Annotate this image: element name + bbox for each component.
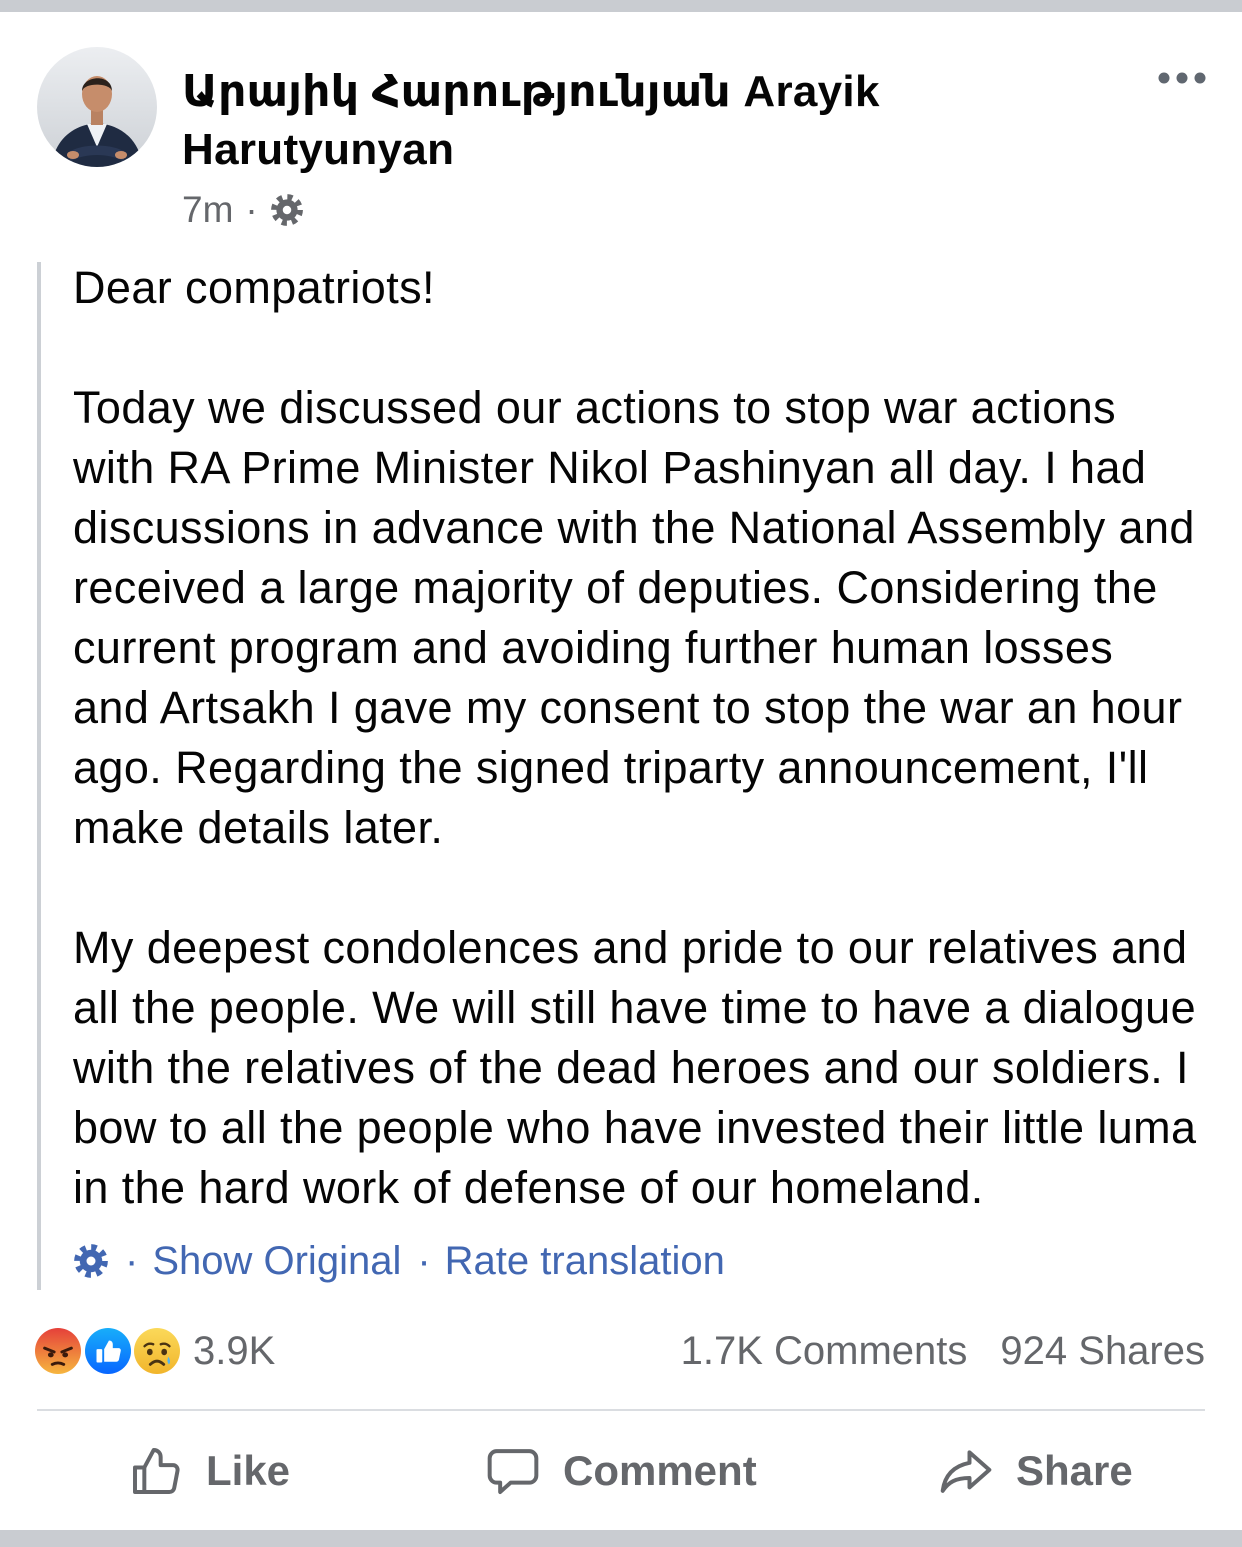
translation-quote-bar bbox=[37, 262, 41, 1290]
actions-divider bbox=[37, 1409, 1205, 1411]
post-text-line: with RA Prime Minister Nikol Pashinyan a… bbox=[73, 442, 1147, 493]
post-text-line: with the relatives of the dead heroes an… bbox=[73, 1042, 1189, 1093]
share-button[interactable]: Share bbox=[938, 1441, 1133, 1501]
meta-separator: · bbox=[245, 189, 258, 230]
profile-photo bbox=[37, 47, 157, 167]
more-dots-icon bbox=[1158, 72, 1206, 84]
paragraph-condolences: My deepest condolences and pride to our … bbox=[73, 918, 1196, 1218]
sad-reaction-icon bbox=[132, 1326, 182, 1376]
post-text-line: discussions in advance with the National… bbox=[73, 502, 1195, 553]
reaction-count[interactable]: 3.9K bbox=[193, 1321, 275, 1381]
post-text-line: make details later. bbox=[73, 802, 444, 853]
post-text-line: in the hard work of defense of our homel… bbox=[73, 1162, 984, 1213]
post-text-line: My deepest condolences and pride to our … bbox=[73, 922, 1188, 973]
post-timestamp[interactable]: 7m bbox=[182, 189, 233, 231]
post-text-line: received a large majority of deputies. C… bbox=[73, 562, 1158, 613]
post-text-line: ago. Regarding the signed triparty annou… bbox=[73, 742, 1149, 793]
translation-bar: · Show Original · Rate translation bbox=[73, 1231, 725, 1291]
like-button[interactable]: Like bbox=[128, 1441, 290, 1501]
paragraph-announcement: Today we discussed our actions to stop w… bbox=[73, 378, 1196, 858]
post-text-line: current program and avoiding further hum… bbox=[73, 622, 1114, 673]
rate-translation-link[interactable]: Rate translation bbox=[445, 1239, 725, 1284]
share-arrow-icon bbox=[940, 1450, 992, 1493]
thumbs-up-icon bbox=[133, 1448, 180, 1494]
share-label: Share bbox=[1016, 1447, 1133, 1494]
shares-count[interactable]: 924 Shares bbox=[1000, 1329, 1205, 1374]
show-original-link[interactable]: Show Original bbox=[152, 1239, 401, 1284]
angry-reaction-icon bbox=[33, 1326, 83, 1376]
more-options-button[interactable] bbox=[1156, 68, 1208, 88]
comment-bubble-icon bbox=[487, 1449, 539, 1494]
like-reaction-icon bbox=[83, 1326, 133, 1376]
paragraph-greeting: Dear compatriots! bbox=[73, 258, 1196, 318]
post-text-line: Dear compatriots! bbox=[73, 262, 435, 313]
author-name[interactable]: Արայիկ Հարությունյան Arayik Harutyunyan bbox=[182, 63, 1062, 179]
gear-icon bbox=[270, 194, 303, 226]
translation-separator: · bbox=[125, 1238, 139, 1283]
author-avatar[interactable] bbox=[37, 47, 157, 167]
post-meta: 7m · bbox=[182, 184, 304, 236]
top-separator-band bbox=[0, 0, 1242, 12]
post-text-line: and Artsakh I gave my consent to stop th… bbox=[73, 682, 1183, 733]
comment-button[interactable]: Comment bbox=[485, 1441, 757, 1501]
post-text: Dear compatriots! Today we discussed our… bbox=[73, 258, 1196, 1218]
engagement-stats: 1.7K Comments 924 Shares bbox=[681, 1321, 1205, 1381]
gear-icon[interactable] bbox=[73, 1243, 109, 1279]
comment-label: Comment bbox=[563, 1447, 757, 1494]
post-text-line: Today we discussed our actions to stop w… bbox=[73, 382, 1117, 433]
reaction-icons[interactable] bbox=[33, 1326, 185, 1378]
post-text-line: all the people. We will still have time … bbox=[73, 982, 1196, 1033]
bottom-separator-band bbox=[0, 1530, 1242, 1547]
comments-count[interactable]: 1.7K Comments bbox=[681, 1329, 968, 1374]
translation-separator: · bbox=[417, 1238, 431, 1283]
post-text-line: bow to all the people who have invested … bbox=[73, 1102, 1197, 1153]
like-label: Like bbox=[206, 1447, 291, 1494]
